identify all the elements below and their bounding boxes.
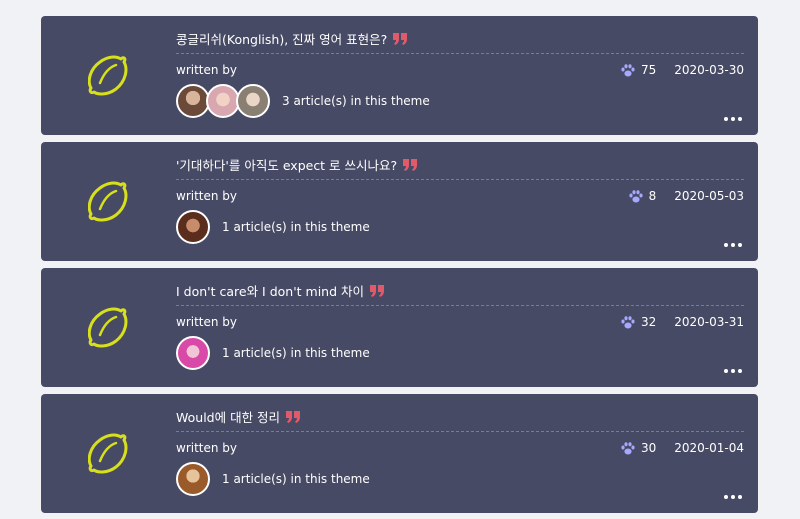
card-title[interactable]: Would에 대한 정리 [176, 407, 280, 426]
avatar[interactable] [176, 336, 210, 370]
card-title-row[interactable]: I don't care와 I don't mind 차이 [176, 281, 384, 300]
lemon-icon [88, 433, 128, 474]
article-count: 1 article(s) in this theme [222, 472, 370, 486]
quote-icon [403, 158, 418, 171]
card-date: 2020-05-03 [674, 189, 744, 203]
card-meta: 30 2020-01-04 [621, 441, 744, 455]
lemon-icon [88, 181, 128, 222]
author-avatars: 3 article(s) in this theme [176, 84, 430, 118]
quote-icon [393, 32, 408, 45]
more-options-button[interactable] [724, 117, 742, 121]
card-title-row[interactable]: '기대하다'를 아직도 expect 로 쓰시나요? [176, 155, 418, 174]
lemon-icon [88, 55, 128, 96]
more-options-button[interactable] [724, 369, 742, 373]
paw-icon [621, 63, 635, 77]
quote-icon [286, 410, 301, 423]
divider [176, 53, 744, 54]
card-title[interactable]: '기대하다'를 아직도 expect 로 쓰시나요? [176, 155, 397, 174]
paw-icon [621, 441, 635, 455]
author-avatars: 1 article(s) in this theme [176, 210, 370, 244]
written-by-label: written by [176, 315, 238, 329]
divider [176, 431, 744, 432]
like-count: 8 [648, 189, 657, 203]
article-count: 3 article(s) in this theme [282, 94, 430, 108]
written-by-label: written by [176, 189, 238, 203]
card-meta: 32 2020-03-31 [621, 315, 744, 329]
like-count: 30 [640, 441, 657, 455]
divider [176, 305, 744, 306]
avatar[interactable] [176, 462, 210, 496]
more-options-button[interactable] [724, 243, 742, 247]
lemon-icon [88, 307, 128, 348]
paw-icon [629, 189, 643, 203]
author-avatars: 1 article(s) in this theme [176, 336, 370, 370]
like-count: 32 [640, 315, 657, 329]
card-meta: 75 2020-03-30 [621, 63, 744, 77]
divider [176, 179, 744, 180]
avatar[interactable] [206, 84, 240, 118]
author-avatars: 1 article(s) in this theme [176, 462, 370, 496]
paw-icon [621, 315, 635, 329]
card-title[interactable]: I don't care와 I don't mind 차이 [176, 281, 364, 300]
more-options-button[interactable] [724, 495, 742, 499]
theme-card[interactable]: '기대하다'를 아직도 expect 로 쓰시나요? written by 8 … [41, 142, 758, 261]
written-by-label: written by [176, 441, 238, 455]
card-date: 2020-03-31 [674, 315, 744, 329]
avatar[interactable] [176, 84, 210, 118]
avatar[interactable] [236, 84, 270, 118]
theme-card[interactable]: Would에 대한 정리 written by 30 2020-01-04 1 … [41, 394, 758, 513]
card-title-row[interactable]: 콩글리쉬(Konglish), 진짜 영어 표현은? [176, 29, 408, 48]
theme-card[interactable]: 콩글리쉬(Konglish), 진짜 영어 표현은? written by 75… [41, 16, 758, 135]
article-count: 1 article(s) in this theme [222, 346, 370, 360]
quote-icon [370, 284, 384, 297]
card-meta: 8 2020-05-03 [629, 189, 744, 203]
avatar[interactable] [176, 210, 210, 244]
card-title-row[interactable]: Would에 대한 정리 [176, 407, 301, 426]
card-date: 2020-03-30 [674, 63, 744, 77]
theme-card[interactable]: I don't care와 I don't mind 차이 written by… [41, 268, 758, 387]
like-count: 75 [640, 63, 657, 77]
article-count: 1 article(s) in this theme [222, 220, 370, 234]
card-date: 2020-01-04 [674, 441, 744, 455]
card-title[interactable]: 콩글리쉬(Konglish), 진짜 영어 표현은? [176, 29, 387, 48]
written-by-label: written by [176, 63, 238, 77]
